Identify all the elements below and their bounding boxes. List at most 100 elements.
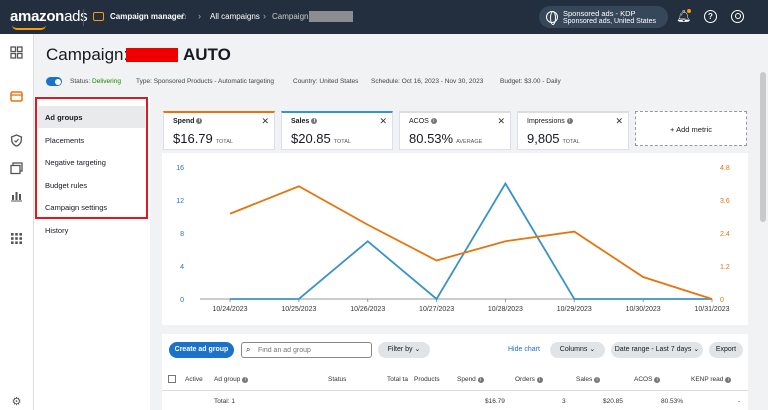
chevron-down-icon: ⌄ [589, 346, 596, 353]
account-name: Sponsored ads - KDP [563, 9, 636, 18]
reports-bar-chart-icon[interactable] [10, 189, 23, 202]
filter-by-button[interactable]: Filter by ⌄ [378, 342, 430, 358]
amazon-ads-logo[interactable]: amazonads [10, 8, 88, 30]
account-marketplace: Sponsored ads, United States [563, 18, 657, 25]
remove-metric-icon[interactable]: ✕ [615, 116, 623, 127]
home-icon[interactable]: ⌂ [180, 10, 187, 22]
campaign-manager-icon [93, 12, 104, 21]
user-account-icon[interactable] [731, 10, 744, 23]
column-header-status[interactable]: Status [328, 376, 346, 383]
x-tick-label: 10/26/2023 [350, 306, 385, 313]
column-header-products[interactable]: Products [414, 376, 440, 383]
metric-card-impressions[interactable]: Impressions i ✕ 9,805 TOTAL [517, 111, 629, 150]
info-icon: i [725, 377, 732, 383]
breadcrumb-all-campaigns[interactable]: All campaigns [210, 12, 260, 21]
country-meta: Country: United States [293, 78, 359, 85]
campaign-manager-icon[interactable] [10, 90, 23, 103]
x-tick-label: 10/24/2023 [212, 306, 247, 313]
redacted-campaign-name [309, 11, 353, 22]
top-navigation-bar: amazonads Campaign manager ⌂ › All campa… [0, 0, 768, 34]
metric-name: Spend i [173, 118, 203, 125]
create-ad-group-button[interactable]: Create ad group [169, 342, 234, 358]
metric-card-spend[interactable]: Spend i ✕ $16.79 TOTAL [163, 111, 275, 150]
columns-button[interactable]: Columns ⌄ [550, 342, 605, 358]
right-y-tick-label: 3.6 [720, 198, 730, 205]
schedule-meta: Schedule: Oct 16, 2023 - Nov 30, 2023 [371, 78, 484, 85]
info-icon: i [430, 118, 437, 125]
column-header-active[interactable]: Active [185, 376, 203, 383]
help-icon[interactable]: ? [704, 10, 717, 23]
metric-value: $20.85 TOTAL [291, 131, 351, 146]
add-metric-button[interactable]: + Add metric [635, 111, 747, 146]
notification-dot [687, 9, 691, 13]
info-icon: i [536, 377, 543, 383]
status-meta: Status: Delivering [70, 78, 121, 85]
left-y-tick-label: 16 [176, 165, 184, 172]
shield-icon[interactable] [10, 134, 23, 147]
date-range-button[interactable]: Date range - Last 7 days ⌄ [611, 342, 703, 358]
nav-history[interactable]: History [45, 226, 68, 235]
metric-name: ACOS i [409, 118, 437, 125]
column-header-acos[interactable]: ACOS i [634, 376, 661, 383]
chevron-down-icon: ⌄ [414, 346, 421, 353]
total-row-orders: 3 [562, 398, 566, 405]
remove-metric-icon[interactable]: ✕ [261, 116, 269, 127]
info-icon: i [594, 377, 601, 383]
info-icon: i [311, 118, 318, 125]
info-icon: i [566, 118, 573, 125]
metric-value: 9,805 TOTAL [527, 131, 580, 146]
right-y-tick-label: 4.8 [720, 165, 730, 172]
x-tick-label: 10/30/2023 [626, 306, 661, 313]
x-tick-label: 10/25/2023 [281, 306, 316, 313]
page-title-prefix: Campaign: [46, 45, 129, 64]
column-header-orders[interactable]: Orders i [515, 376, 543, 383]
account-switcher[interactable]: Sponsored ads - KDP Sponsored ads, Unite… [539, 6, 668, 28]
select-all-checkbox[interactable] [168, 375, 176, 383]
series-line-0 [230, 181, 712, 301]
redacted-title [126, 48, 178, 62]
performance-chart-panel: 16 12 8 4 0 4.8 3.6 2.4 1.2 0 10/24/2023 10/25/2023… [162, 153, 748, 325]
page-scrollbar[interactable] [758, 34, 768, 410]
left-y-tick-label: 4 [180, 264, 184, 271]
column-header-sales[interactable]: Sales i [576, 376, 601, 383]
media-library-icon[interactable] [10, 162, 23, 175]
metric-value: 80.53% AVERAGE [409, 131, 483, 146]
left-y-tick-label: 0 [180, 297, 184, 304]
info-icon: i [242, 377, 249, 383]
info-icon: i [654, 377, 661, 383]
ad-group-search[interactable]: ⌕ [241, 342, 372, 358]
search-input[interactable] [258, 345, 368, 356]
metric-name: Sales i [291, 118, 318, 125]
app-name[interactable]: Campaign manager [110, 12, 184, 21]
highlight-annotation-box [35, 97, 148, 219]
grid-dashboard-icon[interactable] [10, 46, 23, 59]
total-row-label: Total: 1 [214, 398, 235, 405]
x-tick-label: 10/28/2023 [488, 306, 523, 313]
info-icon: i [196, 118, 203, 125]
apps-grid-icon[interactable] [10, 232, 23, 245]
info-icon: i [477, 377, 484, 383]
right-y-tick-label: 1.2 [720, 264, 730, 271]
campaign-status-toggle[interactable] [46, 77, 62, 86]
page-title-suffix: AUTO [183, 45, 231, 64]
column-header-ad-group[interactable]: Ad group i [214, 376, 249, 383]
metric-card-sales[interactable]: Sales i ✕ $20.85 TOTAL [281, 111, 393, 150]
type-meta: Type: Sponsored Products - Automatic tar… [136, 78, 275, 85]
scrollbar-thumb[interactable] [760, 72, 766, 222]
left-icon-rail: ⚙ [0, 34, 34, 410]
settings-gear-icon[interactable]: ⚙ [10, 396, 23, 409]
metric-card-acos[interactable]: ACOS i ✕ 80.53% AVERAGE [399, 111, 511, 150]
globe-icon [546, 11, 558, 25]
column-header-spend[interactable]: Spend i [457, 376, 484, 383]
column-header-kenp-read[interactable]: KENP read i [691, 376, 732, 383]
x-tick-label: 10/31/2023 [694, 306, 729, 313]
hide-chart-link[interactable]: Hide chart [508, 346, 540, 353]
export-button[interactable]: Export [709, 342, 743, 358]
breadcrumb-campaign: Campaign: [272, 12, 311, 21]
left-y-tick-label: 8 [180, 231, 184, 238]
column-header-total-targets[interactable]: Total ta [387, 376, 408, 383]
x-tick-label: 10/27/2023 [419, 306, 454, 313]
remove-metric-icon[interactable]: ✕ [497, 116, 505, 127]
remove-metric-icon[interactable]: ✕ [379, 116, 387, 127]
chevron-down-icon: ⌄ [693, 346, 700, 353]
